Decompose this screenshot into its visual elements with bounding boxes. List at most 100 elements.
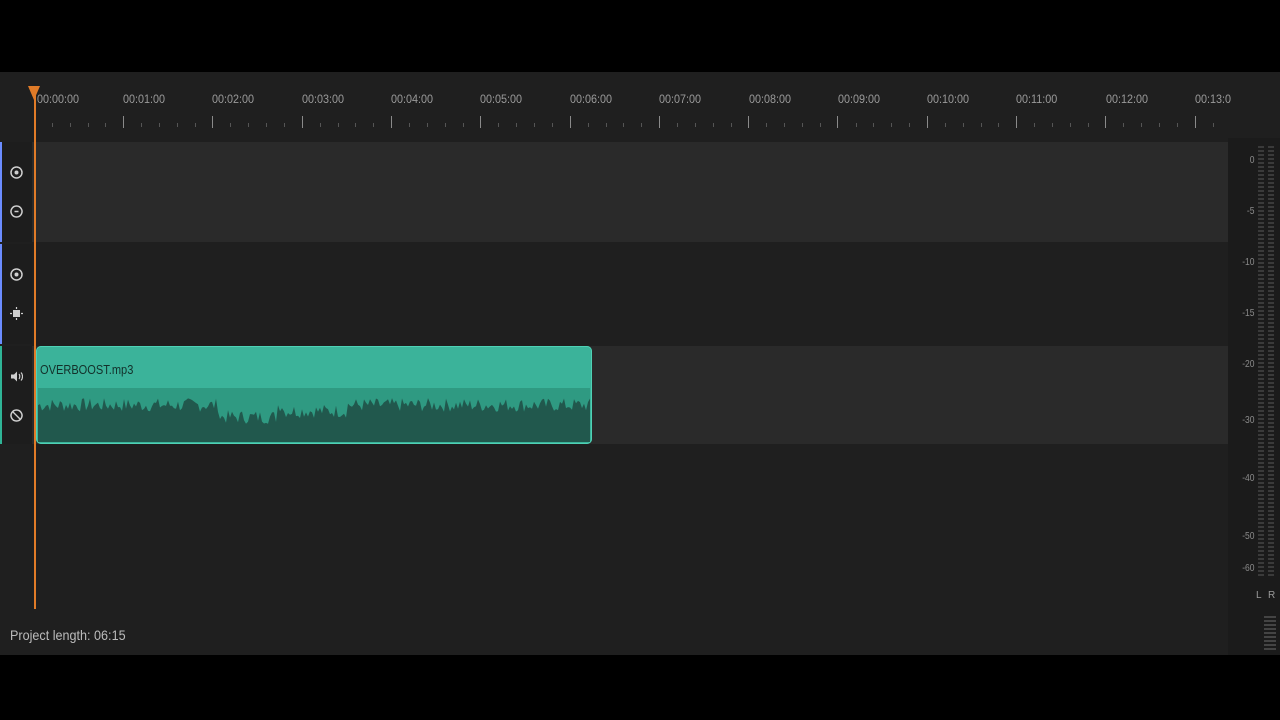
playhead-line[interactable]	[34, 94, 36, 609]
ruler-label: 00:07:00	[659, 92, 702, 106]
ruler-major-tick	[1016, 116, 1017, 128]
ruler-label: 00:12:00	[1106, 92, 1149, 106]
ruler-minor-tick	[426, 123, 428, 127]
meter-scale-label: -60	[1242, 563, 1255, 574]
ruler-minor-tick	[373, 123, 375, 127]
effects-track-lane[interactable]	[32, 244, 1228, 344]
track-header-effects	[0, 244, 32, 344]
ruler-minor-tick	[284, 123, 286, 127]
video-track-lane[interactable]	[32, 142, 1228, 242]
audio-waveform	[38, 388, 590, 442]
ruler-label: 00:00:00	[37, 92, 80, 106]
project-length: Project length: 06:15	[10, 627, 126, 643]
ruler-label: 00:06:00	[570, 92, 613, 106]
ruler-minor-tick	[230, 123, 232, 127]
meter-scale-label: -40	[1242, 473, 1255, 484]
ruler-label: 00:04:00	[391, 92, 434, 106]
ruler-minor-tick	[69, 123, 71, 127]
ruler-minor-tick	[962, 123, 964, 127]
meter-left-channel	[1258, 146, 1264, 576]
ruler-major-tick	[1105, 116, 1107, 128]
meter-left-label: L	[1256, 590, 1262, 601]
meter-right-label: R	[1268, 590, 1276, 601]
ruler-minor-tick	[998, 123, 1000, 127]
ruler-minor-tick	[337, 123, 339, 127]
visibility-icon[interactable]	[8, 164, 24, 180]
ruler-minor-tick	[944, 123, 946, 127]
ruler-minor-tick	[105, 123, 107, 127]
ruler-minor-tick	[194, 123, 196, 127]
ruler-minor-tick	[409, 123, 411, 127]
ruler-minor-tick	[587, 123, 589, 127]
ruler-major-tick	[123, 116, 124, 128]
ruler-major-tick	[748, 116, 750, 128]
track-color-bar	[0, 346, 2, 444]
ruler-label: 00:11:00	[1016, 92, 1058, 106]
track-color-bar	[0, 244, 2, 344]
ruler-label: 00:08:00	[749, 92, 792, 106]
ruler-major-tick	[658, 116, 660, 128]
link-icon[interactable]	[8, 407, 24, 423]
lock-icon[interactable]	[8, 203, 24, 219]
ruler-label: 00:13:0	[1195, 92, 1232, 106]
ruler-minor-tick	[1069, 123, 1071, 127]
ruler-minor-tick	[534, 123, 536, 127]
waveform-graphic	[38, 398, 590, 442]
audio-level-meter: 0 -5 -10 -15 -20 -30 -40 -50 -60 L R	[1228, 138, 1280, 655]
ruler-minor-tick	[266, 123, 268, 127]
ruler-minor-tick	[801, 123, 803, 127]
ruler-major-tick	[212, 116, 214, 128]
ruler-label: 00:02:00	[212, 92, 255, 106]
ruler-minor-tick	[1052, 123, 1054, 127]
playhead-handle[interactable]	[28, 86, 40, 100]
visibility-icon[interactable]	[8, 266, 24, 282]
ruler-minor-tick	[605, 123, 607, 127]
meter-scale-label: -50	[1242, 531, 1255, 542]
ruler-label: 00:10:00	[927, 92, 970, 106]
ruler-label: 00:09:00	[838, 92, 881, 106]
ruler-minor-tick	[1087, 123, 1089, 127]
ruler-minor-tick	[176, 123, 178, 127]
timeline-editor: 00:00:00 00:01:00 00:02:00 00:03:00 00:0…	[0, 72, 1280, 655]
meter-scale-label: 0	[1249, 155, 1255, 166]
ruler-major-tick	[837, 116, 839, 128]
ruler-major-tick	[480, 116, 482, 128]
speaker-icon[interactable]	[8, 368, 24, 384]
ruler-minor-tick	[444, 123, 446, 127]
ruler-major-tick	[390, 116, 392, 128]
ruler-minor-tick	[51, 123, 53, 127]
ruler-minor-tick	[676, 123, 678, 127]
ruler-minor-tick	[1212, 123, 1214, 127]
ruler-minor-tick	[319, 123, 321, 127]
time-ruler[interactable]: 00:00:00 00:01:00 00:02:00 00:03:00 00:0…	[0, 72, 1232, 132]
meter-scale-label: -20	[1242, 359, 1255, 370]
track-header-video	[0, 142, 32, 242]
ruler-major-tick	[301, 116, 303, 128]
ruler-minor-tick	[730, 123, 732, 127]
ruler-minor-tick	[141, 123, 143, 127]
ruler-minor-tick	[551, 123, 553, 127]
ruler-major-tick	[1194, 116, 1196, 128]
ruler-label: 00:05:00	[480, 92, 523, 106]
ruler-minor-tick	[819, 123, 821, 127]
ruler-minor-tick	[462, 123, 464, 127]
ruler-minor-tick	[855, 123, 857, 127]
ruler-minor-tick	[641, 123, 643, 127]
ruler-major-tick	[569, 116, 571, 128]
ruler-minor-tick	[873, 123, 875, 127]
ruler-minor-tick	[712, 123, 714, 127]
audio-clip[interactable]: OVERBOOST.mp3	[36, 346, 592, 444]
ruler-minor-tick	[87, 123, 89, 127]
ruler-minor-tick	[784, 123, 786, 127]
ruler-minor-tick	[891, 123, 893, 127]
ruler-minor-tick	[1177, 123, 1179, 127]
ruler-minor-tick	[1159, 123, 1161, 127]
ruler-minor-tick	[355, 123, 357, 127]
waveform-path	[38, 398, 590, 442]
ruler-label: 00:01:00	[123, 92, 166, 106]
ruler-minor-tick	[623, 123, 625, 127]
ruler-minor-tick	[248, 123, 250, 127]
track-header-audio	[0, 346, 32, 444]
effects-icon[interactable]	[8, 305, 24, 321]
ruler-minor-tick	[498, 123, 500, 127]
